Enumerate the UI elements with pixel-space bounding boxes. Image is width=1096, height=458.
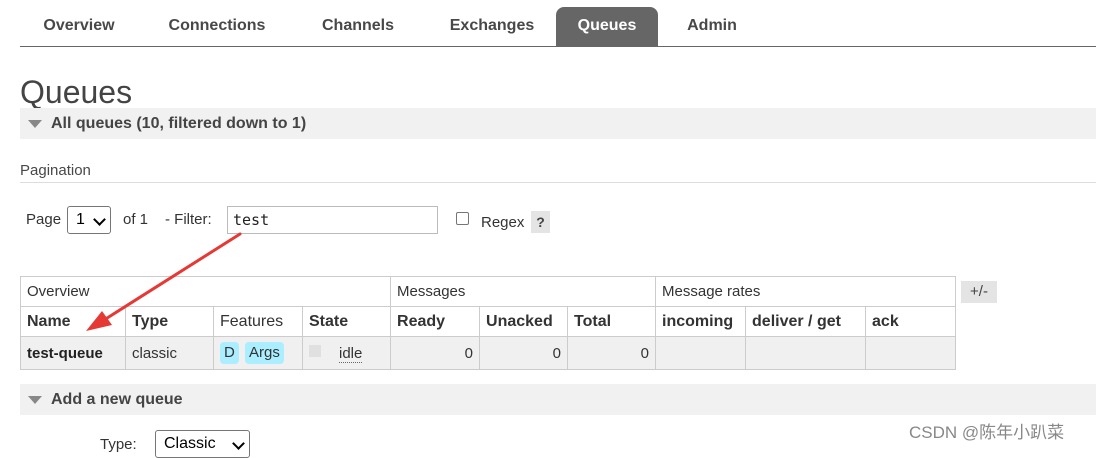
feature-badge-args[interactable]: Args (245, 342, 284, 364)
queue-state-label: idle (339, 344, 363, 363)
regex-label: Regex (481, 214, 525, 231)
queue-type-label: Type: (100, 436, 137, 453)
regex-checkbox[interactable] (456, 212, 469, 225)
queue-type-select[interactable]: Classic (155, 430, 250, 458)
filter-input[interactable] (227, 206, 438, 234)
col-header-name[interactable]: Name (20, 306, 126, 337)
queue-type-select-value: Classic (164, 435, 216, 452)
chevron-down-icon (232, 437, 245, 450)
queue-state: idle (301, 336, 392, 370)
queue-rate-ack (865, 336, 957, 370)
queue-unacked: 0 (479, 336, 569, 370)
group-header-message-rates: Message rates (655, 276, 957, 307)
group-header-messages: Messages (390, 276, 657, 307)
queue-features: D Args (213, 336, 303, 370)
col-header-ack[interactable]: ack (865, 306, 957, 337)
col-header-ready[interactable]: Ready (390, 306, 481, 337)
main-nav: Overview Connections Channels Exchanges … (20, 7, 1096, 47)
filter-label: - Filter: (165, 211, 212, 228)
pagination-section-label: Pagination (20, 160, 1096, 183)
watermark: CSDN @陈年小趴菜 (909, 423, 1065, 442)
queue-total: 0 (567, 336, 657, 370)
col-header-unacked[interactable]: Unacked (479, 306, 569, 337)
col-header-type[interactable]: Type (125, 306, 214, 337)
tab-overview[interactable]: Overview (20, 7, 138, 46)
page-count-label: of 1 (123, 211, 149, 228)
chevron-down-icon (93, 213, 106, 226)
table-column-header-row: Name Type Features State Ready Unacked T… (20, 306, 957, 337)
tab-connections[interactable]: Connections (150, 7, 284, 46)
table-row: test-queue classic D Args idle 0 0 0 (20, 336, 957, 370)
queue-type: classic (125, 336, 214, 370)
tab-queues[interactable]: Queues (556, 7, 658, 46)
col-header-total[interactable]: Total (567, 306, 657, 337)
feature-badge-durable: D (220, 342, 239, 364)
all-queues-section-header[interactable]: All queues (10, filtered down to 1) (20, 108, 1096, 139)
tab-exchanges[interactable]: Exchanges (428, 7, 556, 46)
regex-help-button[interactable]: ? (531, 211, 550, 233)
add-queue-section-label: Add a new queue (51, 391, 183, 408)
all-queues-section-label: All queues (10, filtered down to 1) (51, 115, 307, 132)
queue-name-link[interactable]: test-queue (20, 336, 126, 370)
collapse-triangle-icon (28, 120, 42, 128)
queue-rate-deliver-get (745, 336, 867, 370)
page-title: Queues (20, 74, 133, 110)
tab-channels[interactable]: Channels (300, 7, 416, 46)
queues-table: Overview Messages Message rates Name Typ… (19, 276, 957, 370)
collapse-triangle-icon (28, 396, 42, 404)
toggle-columns-button[interactable]: +/- (961, 281, 997, 303)
group-header-overview: Overview (19, 276, 392, 307)
state-indicator-icon (309, 344, 321, 357)
table-group-header-row: Overview Messages Message rates (19, 276, 957, 307)
page-label: Page (26, 211, 62, 228)
col-header-state[interactable]: State (301, 306, 392, 337)
queue-rate-incoming (655, 336, 747, 370)
tab-admin[interactable]: Admin (672, 7, 752, 46)
page-select[interactable]: 1 (67, 206, 111, 234)
queue-ready: 0 (390, 336, 481, 370)
col-header-incoming[interactable]: incoming (655, 306, 747, 337)
add-queue-section-header[interactable]: Add a new queue (20, 384, 1096, 415)
col-header-features: Features (213, 306, 303, 337)
page-select-value: 1 (76, 211, 85, 228)
col-header-deliver-get[interactable]: deliver / get (745, 306, 867, 337)
